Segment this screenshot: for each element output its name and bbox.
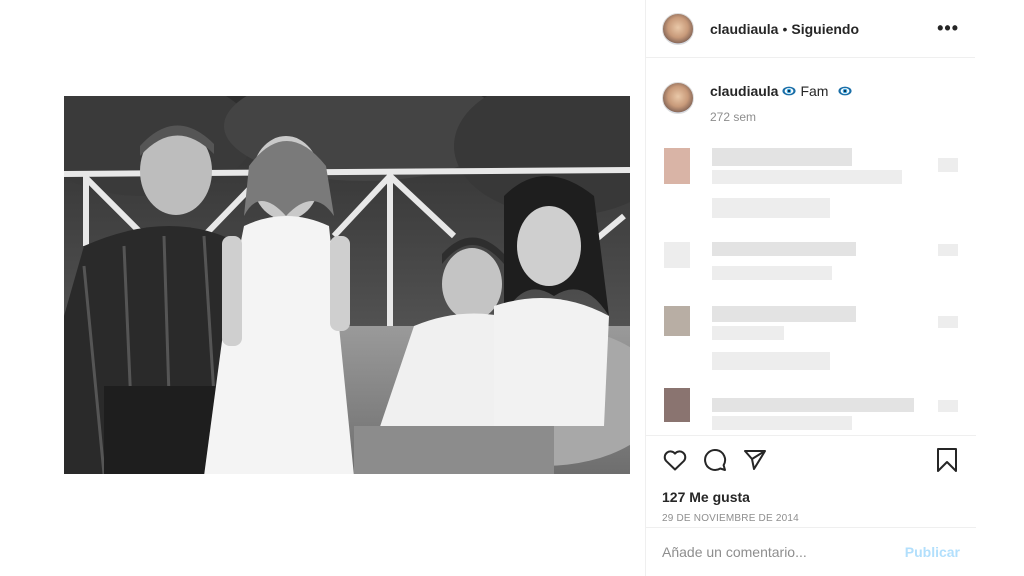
obscured-text [712, 398, 914, 412]
photo-illustration [64, 96, 630, 474]
obscured-avatar [664, 242, 690, 268]
obscured-like [938, 158, 958, 172]
caption-body: Fam [782, 82, 853, 100]
evil-eye-nazar-icon [782, 86, 797, 96]
obscured-like [938, 316, 958, 328]
caption-line: claudiaula Fam [710, 82, 853, 100]
caption-time[interactable]: 272 sem [710, 110, 852, 124]
post-date[interactable]: 29 DE NOVIEMBRE DE 2014 [662, 513, 960, 524]
obscured-avatar [664, 148, 690, 184]
obscured-like [938, 400, 958, 412]
publish-button[interactable]: Publicar [905, 544, 960, 560]
evil-eye-nazar-icon [838, 86, 853, 96]
header-separator: • [782, 20, 788, 37]
header-avatar[interactable] [662, 12, 694, 45]
bookmark-icon[interactable] [934, 447, 960, 473]
post-side-panel: claudiaula • Siguiendo ••• claudiaula Fa… [645, 0, 976, 576]
obscured-text [712, 306, 856, 322]
caption-avatar[interactable] [662, 82, 694, 114]
obscured-text [712, 170, 902, 184]
obscured-avatar [664, 388, 690, 422]
caption-text: Fam [800, 83, 829, 99]
header-username[interactable]: claudiaula [710, 21, 778, 37]
post-photo[interactable] [64, 96, 630, 474]
post-actions: 127 Me gusta 29 DE NOVIEMBRE DE 2014 [646, 435, 976, 524]
follow-status-button[interactable]: Siguiendo [791, 21, 859, 37]
likes-count[interactable]: 127 Me gusta [662, 489, 960, 505]
caption-username[interactable]: claudiaula [710, 82, 778, 100]
paper-plane-icon[interactable] [742, 447, 768, 473]
obscured-text [712, 242, 856, 256]
obscured-text [712, 416, 852, 430]
post-header: claudiaula • Siguiendo ••• [646, 0, 975, 58]
heart-icon[interactable] [662, 447, 688, 473]
obscured-text [712, 198, 830, 218]
comment-input[interactable] [662, 544, 905, 560]
obscured-text [712, 148, 852, 166]
more-options-icon[interactable]: ••• [937, 18, 959, 39]
comment-icon[interactable] [702, 447, 728, 473]
post-media-area [0, 0, 645, 576]
obscured-text [712, 266, 832, 280]
obscured-text [712, 326, 784, 340]
obscured-text [712, 352, 830, 370]
post-caption: claudiaula Fam 272 sem [662, 82, 853, 124]
obscured-avatar [664, 306, 690, 336]
obscured-like [938, 244, 958, 256]
caption-text-block: claudiaula Fam 272 sem [710, 82, 853, 124]
action-row [662, 446, 960, 474]
comment-form: Publicar [646, 527, 976, 576]
